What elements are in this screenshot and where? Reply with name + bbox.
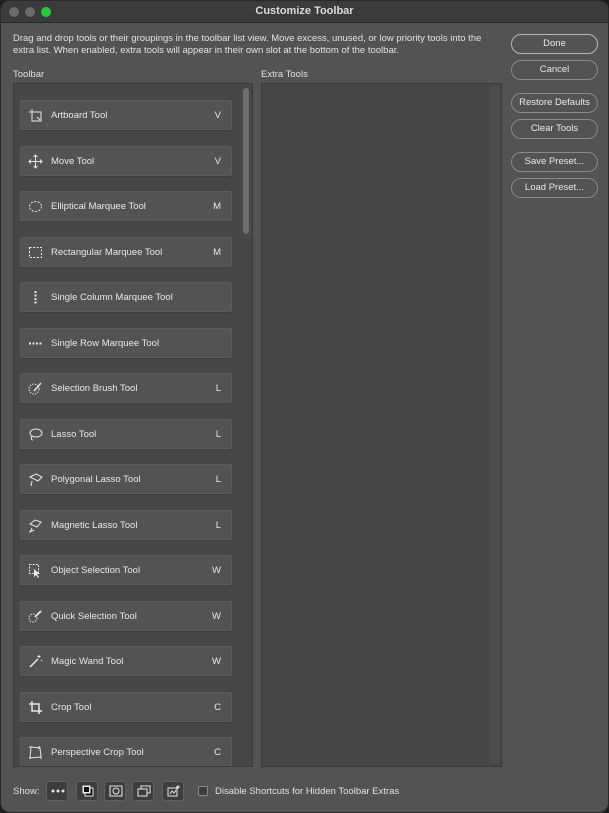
extra-tools-drop-area[interactable]	[264, 86, 489, 764]
object-selection-icon	[29, 564, 40, 578]
toolbar-list-scrollbar[interactable]	[242, 86, 250, 762]
tool-shortcut: W	[212, 656, 221, 667]
lasso-icon	[29, 428, 43, 440]
tool-name: Polygonal Lasso Tool	[51, 474, 141, 485]
more-icon	[51, 789, 65, 793]
tool-item-object-selection-tool[interactable]: Object Selection Tool W	[20, 555, 232, 585]
instructions-text: Drag and drop tools or their groupings i…	[13, 33, 482, 56]
load-preset-button[interactable]: Load Preset...	[511, 178, 598, 198]
tool-shortcut: L	[215, 383, 221, 394]
customize-toolbar-dialog: Customize Toolbar Drag and drop tools or…	[0, 0, 609, 813]
show-screen-mode-button[interactable]	[132, 781, 154, 801]
tool-item-elliptical-marquee-tool[interactable]: Elliptical Marquee Tool M	[20, 191, 232, 221]
tool-item-selection-brush-tool[interactable]: Selection Brush Tool L	[20, 373, 232, 403]
tool-name: Single Column Marquee Tool	[51, 292, 173, 303]
tool-name: Elliptical Marquee Tool	[51, 201, 146, 212]
tool-shortcut: C	[214, 701, 221, 713]
tool-name: Selection Brush Tool	[51, 383, 138, 394]
magic-wand-icon	[29, 655, 43, 668]
tool-shortcut: W	[212, 610, 221, 622]
tool-item-magic-wand-tool[interactable]: Magic Wand Tool W	[20, 646, 232, 676]
show-extras-button[interactable]	[46, 781, 68, 801]
tool-name: Lasso Tool	[51, 428, 97, 440]
magnetic-lasso-icon	[28, 518, 42, 533]
tool-name: Quick Selection Tool	[51, 610, 137, 622]
move-icon	[28, 153, 43, 169]
edit-toolbar-icon	[167, 785, 180, 797]
tool-name: Magnetic Lasso Tool	[51, 519, 138, 531]
toolbar-column-label: Toolbar	[13, 69, 45, 80]
clear-tools-button[interactable]: Clear Tools	[511, 119, 598, 139]
toolbar-list[interactable]: Artboard Tool V Move Tool V Elliptical Marqu…	[13, 83, 253, 767]
tool-item-magnetic-lasso-tool[interactable]: Magnetic Lasso Tool L	[20, 509, 232, 540]
tool-name: Artboard Tool	[51, 110, 108, 121]
extra-tools-list[interactable]	[261, 83, 502, 767]
done-button[interactable]: Done	[511, 34, 598, 54]
title-bar: Customize Toolbar	[1, 1, 608, 23]
tool-item-rectangular-marquee-tool[interactable]: Rectangular Marquee Tool M	[20, 236, 232, 267]
quick-mask-icon	[109, 785, 123, 797]
tool-item-single-column-marquee-tool[interactable]: Single Column Marquee Tool	[20, 282, 232, 312]
tool-shortcut: W	[212, 565, 221, 576]
disable-shortcuts-label[interactable]: Disable Shortcuts for Hidden Toolbar Ext…	[215, 786, 399, 797]
rectangular-marquee-icon	[29, 246, 42, 258]
disable-shortcuts-checkbox[interactable]	[198, 786, 208, 796]
restore-defaults-button[interactable]: Restore Defaults	[511, 93, 598, 113]
tool-item-move-tool[interactable]: Move Tool V	[20, 145, 232, 176]
tool-name: Perspective Crop Tool	[51, 747, 144, 758]
artboard-icon	[29, 109, 42, 122]
tool-name: Magic Wand Tool	[51, 656, 124, 667]
color-swatches-icon	[82, 785, 94, 797]
tool-shortcut: C	[214, 747, 221, 758]
tool-name: Object Selection Tool	[51, 565, 141, 576]
tool-item-perspective-crop-tool[interactable]: Perspective Crop Tool C	[20, 737, 232, 766]
crop-icon	[29, 700, 42, 714]
quick-selection-icon	[28, 609, 42, 622]
tool-shortcut: V	[214, 110, 221, 121]
tool-name: Rectangular Marquee Tool	[51, 246, 163, 258]
tool-item-crop-tool[interactable]: Crop Tool C	[20, 691, 232, 722]
save-preset-button[interactable]: Save Preset...	[511, 152, 598, 172]
perspective-crop-icon	[29, 746, 42, 759]
single-row-marquee-icon	[29, 342, 42, 344]
tool-shortcut: L	[215, 519, 221, 531]
tool-name: Single Row Marquee Tool	[51, 337, 160, 349]
extra-tools-scrollbar[interactable]	[490, 86, 500, 764]
single-column-marquee-icon	[34, 291, 37, 304]
polygonal-lasso-icon	[28, 473, 43, 487]
tool-shortcut: V	[214, 155, 221, 167]
tool-item-artboard-tool[interactable]: Artboard Tool V	[20, 100, 232, 130]
elliptical-marquee-icon	[29, 201, 42, 212]
window-title: Customize Toolbar	[255, 5, 354, 17]
tool-shortcut: L	[215, 474, 221, 485]
tool-item-polygonal-lasso-tool[interactable]: Polygonal Lasso Tool L	[20, 464, 232, 494]
tool-item-single-row-marquee-tool[interactable]: Single Row Marquee Tool	[20, 327, 232, 358]
show-edit-toolbar-button[interactable]	[162, 781, 184, 801]
show-quick-mask-button[interactable]	[104, 781, 126, 801]
tool-shortcut: M	[213, 246, 221, 258]
selection-brush-icon	[28, 382, 42, 395]
tool-name: Crop Tool	[51, 701, 92, 713]
tool-name: Move Tool	[51, 155, 95, 167]
tool-shortcut: M	[213, 201, 221, 212]
extra-tools-column-label: Extra Tools	[261, 69, 308, 80]
show-label: Show:	[13, 786, 40, 797]
tool-shortcut: L	[215, 428, 221, 440]
screen-mode-icon	[137, 785, 151, 797]
cancel-button[interactable]: Cancel	[511, 60, 598, 80]
tool-item-lasso-tool[interactable]: Lasso Tool L	[20, 418, 232, 449]
tool-item-quick-selection-tool[interactable]: Quick Selection Tool W	[20, 600, 232, 631]
show-color-swatches-button[interactable]	[76, 781, 98, 801]
scrollbar-thumb[interactable]	[243, 88, 249, 234]
